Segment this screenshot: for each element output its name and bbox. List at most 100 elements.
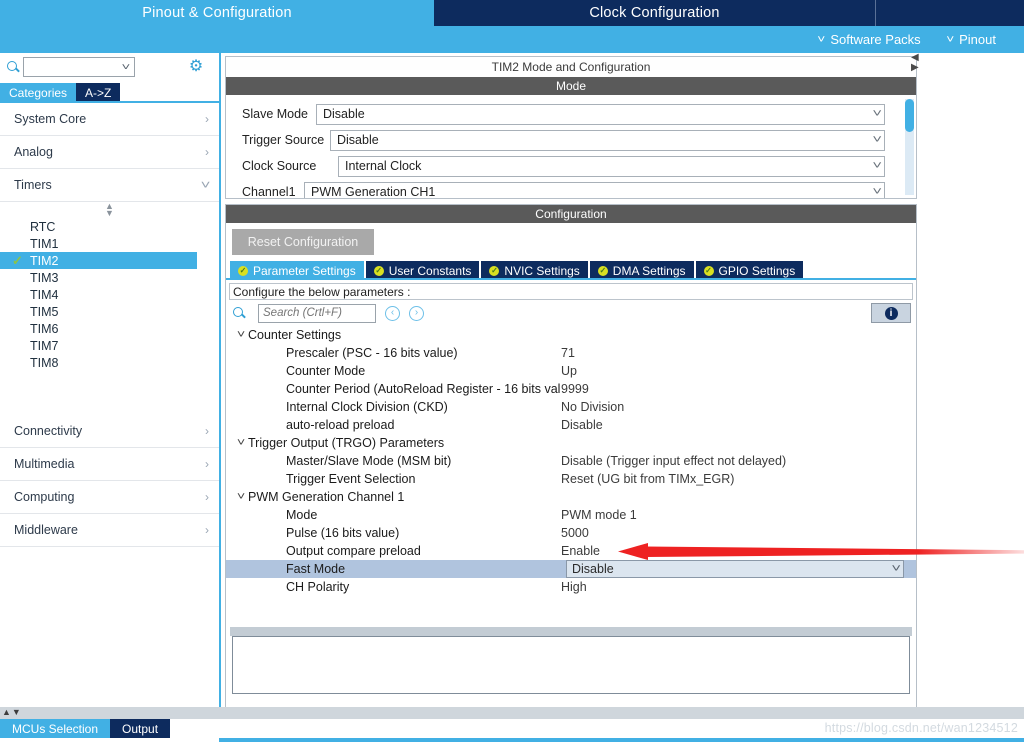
trigger-source-value: Disable (337, 133, 379, 147)
fast-mode-dropdown[interactable]: Disable ˅ (566, 560, 904, 578)
reset-configuration-button[interactable]: Reset Configuration (232, 229, 374, 255)
circle-left-icon[interactable]: ‹ (385, 306, 400, 321)
main-tab-bar: Pinout & Configuration Clock Configurati… (0, 0, 1024, 26)
sidebar-item-analog[interactable]: Analog › (0, 136, 219, 169)
table-row[interactable]: Prescaler (PSC - 16 bits value) 71 (226, 344, 916, 362)
tree-group-counter-settings[interactable]: ˅ Counter Settings (226, 326, 916, 344)
sidebar-search-combo[interactable]: ˅ (23, 57, 135, 77)
table-row-pulse[interactable]: Pulse (16 bits value) 5000 (226, 524, 916, 542)
gear-icon[interactable]: ⚙ (187, 58, 205, 76)
tree-group-trigger-output[interactable]: ˅ Trigger Output (TRGO) Parameters (226, 434, 916, 452)
table-row[interactable]: Counter Period (AutoReload Register - 16… (226, 380, 916, 398)
search-input[interactable] (258, 304, 376, 323)
list-item-tim1[interactable]: TIM1 (0, 235, 219, 252)
tab-pinout-configuration[interactable]: Pinout & Configuration (0, 0, 434, 26)
tab-clock-configuration[interactable]: Clock Configuration (434, 0, 876, 26)
clock-source-dropdown[interactable]: Internal Clock ˅ (338, 156, 885, 177)
list-item-label: RTC (30, 220, 55, 234)
table-row-fast-mode[interactable]: Fast Mode Disable ˅ (226, 560, 916, 578)
timer-list: RTC TIM1 ✓ TIM2 TIM3 TIM4 TIM5 TIM6 TI (0, 218, 219, 371)
tree-group-label: Counter Settings (248, 328, 341, 342)
table-row[interactable]: Mode PWM mode 1 (226, 506, 916, 524)
list-item-tim4[interactable]: TIM4 (0, 286, 219, 303)
tab-output[interactable]: Output (110, 719, 170, 738)
list-item-label: TIM1 (30, 237, 58, 251)
list-item-tim2[interactable]: ✓ TIM2 (0, 252, 197, 269)
tab-categories-label: Categories (9, 86, 67, 100)
param-name: CH Polarity (286, 580, 561, 594)
list-item-tim8[interactable]: TIM8 (0, 354, 219, 371)
slave-mode-dropdown[interactable]: Disable ˅ (316, 104, 885, 125)
sidebar-item-label: Computing (14, 490, 74, 504)
category-list-bottom: Connectivity › Multimedia › Computing › … (0, 415, 219, 547)
tree-group-label: PWM Generation Channel 1 (248, 490, 404, 504)
trigger-source-dropdown[interactable]: Disable ˅ (330, 130, 885, 151)
tab-mcus-selection[interactable]: MCUs Selection (0, 719, 110, 738)
tab-a-to-z-label: A->Z (85, 86, 111, 100)
tab-categories[interactable]: Categories (0, 83, 76, 103)
chevron-down-icon: ˅ (122, 62, 131, 73)
tab-empty[interactable] (876, 0, 1024, 26)
table-row[interactable]: CH Polarity High (226, 578, 916, 596)
circle-right-icon[interactable]: › (409, 306, 424, 321)
table-row[interactable]: Output compare preload Enable (226, 542, 916, 560)
tab-pinout-configuration-label: Pinout & Configuration (142, 5, 292, 21)
pinout-menu[interactable]: ˅ Pinout (947, 32, 996, 47)
check-badge-icon: ✓ (238, 266, 248, 276)
table-row[interactable]: Master/Slave Mode (MSM bit) Disable (Tri… (226, 452, 916, 470)
tab-nvic-settings-label: NVIC Settings (504, 264, 579, 278)
clock-source-value: Internal Clock (345, 159, 421, 173)
table-row[interactable]: auto-reload preload Disable (226, 416, 916, 434)
param-value: Up (561, 364, 577, 378)
parameter-search-bar: ‹ › i (226, 300, 916, 326)
updown-arrows-icon: ▲▼ (105, 203, 114, 217)
list-item-label: TIM2 (30, 254, 58, 268)
software-packs-label: Software Packs (830, 32, 920, 47)
tab-parameter-settings-label: Parameter Settings (253, 264, 356, 278)
info-icon: i (885, 307, 898, 320)
sidebar-item-connectivity[interactable]: Connectivity › (0, 415, 219, 448)
check-badge-icon: ✓ (598, 266, 608, 276)
param-name: Mode (286, 508, 561, 522)
chevron-right-icon: › (205, 457, 209, 471)
info-button[interactable]: i (871, 303, 911, 323)
tree-group-pwm-generation-channel-1[interactable]: ˅ PWM Generation Channel 1 (226, 488, 916, 506)
sidebar-item-timers[interactable]: Timers ˅ (0, 169, 219, 202)
param-value: 5000 (561, 526, 589, 540)
list-item-tim6[interactable]: TIM6 (0, 320, 219, 337)
sidebar-item-computing[interactable]: Computing › (0, 481, 219, 514)
list-item-tim7[interactable]: TIM7 (0, 337, 219, 354)
sidebar-item-label: Connectivity (14, 424, 82, 438)
parameter-tree: ˅ Counter Settings Prescaler (PSC - 16 b… (226, 326, 916, 596)
watermark: https://blog.csdn.net/wan1234512 (825, 719, 1018, 738)
sidebar-item-system-core[interactable]: System Core › (0, 103, 219, 136)
table-row[interactable]: Internal Clock Division (CKD) No Divisio… (226, 398, 916, 416)
mode-scrollbar-thumb[interactable] (905, 99, 914, 132)
search-icon (6, 60, 21, 75)
table-row[interactable]: Counter Mode Up (226, 362, 916, 380)
channel1-dropdown[interactable]: PWM Generation CH1 ˅ (304, 182, 885, 199)
list-item-tim5[interactable]: TIM5 (0, 303, 219, 320)
configuration-tab-bar: ✓ Parameter Settings ✓ User Constants ✓ … (226, 261, 916, 280)
log-splitter[interactable] (230, 627, 912, 636)
bottom-accent-bar-gap (0, 738, 219, 742)
sidebar-item-middleware[interactable]: Middleware › (0, 514, 219, 547)
chevron-down-icon: ˅ (891, 563, 901, 575)
scroll-arrows-icon[interactable]: ▲▼ (2, 707, 22, 718)
check-badge-icon: ✓ (704, 266, 714, 276)
software-packs-menu[interactable]: ˅ Software Packs (818, 32, 921, 47)
horizontal-scrollbar[interactable] (0, 707, 1024, 719)
chevron-right-icon: › (205, 112, 209, 126)
chevron-down-icon: ˅ (817, 34, 825, 46)
sidebar-item-label: Analog (14, 145, 53, 159)
list-item-rtc[interactable]: RTC (0, 218, 219, 235)
tab-dma-settings-label: DMA Settings (613, 264, 686, 278)
table-row[interactable]: Trigger Event Selection Reset (UG bit fr… (226, 470, 916, 488)
mode-section-header: Mode (226, 77, 916, 95)
list-item-label: TIM3 (30, 271, 58, 285)
tab-a-to-z[interactable]: A->Z (76, 83, 120, 103)
timer-list-scroll-handle[interactable]: ▲▼ (0, 202, 219, 218)
mode-row-clock-source: Clock Source Internal Clock ˅ (226, 153, 916, 179)
sidebar-item-multimedia[interactable]: Multimedia › (0, 448, 219, 481)
list-item-tim3[interactable]: TIM3 (0, 269, 219, 286)
